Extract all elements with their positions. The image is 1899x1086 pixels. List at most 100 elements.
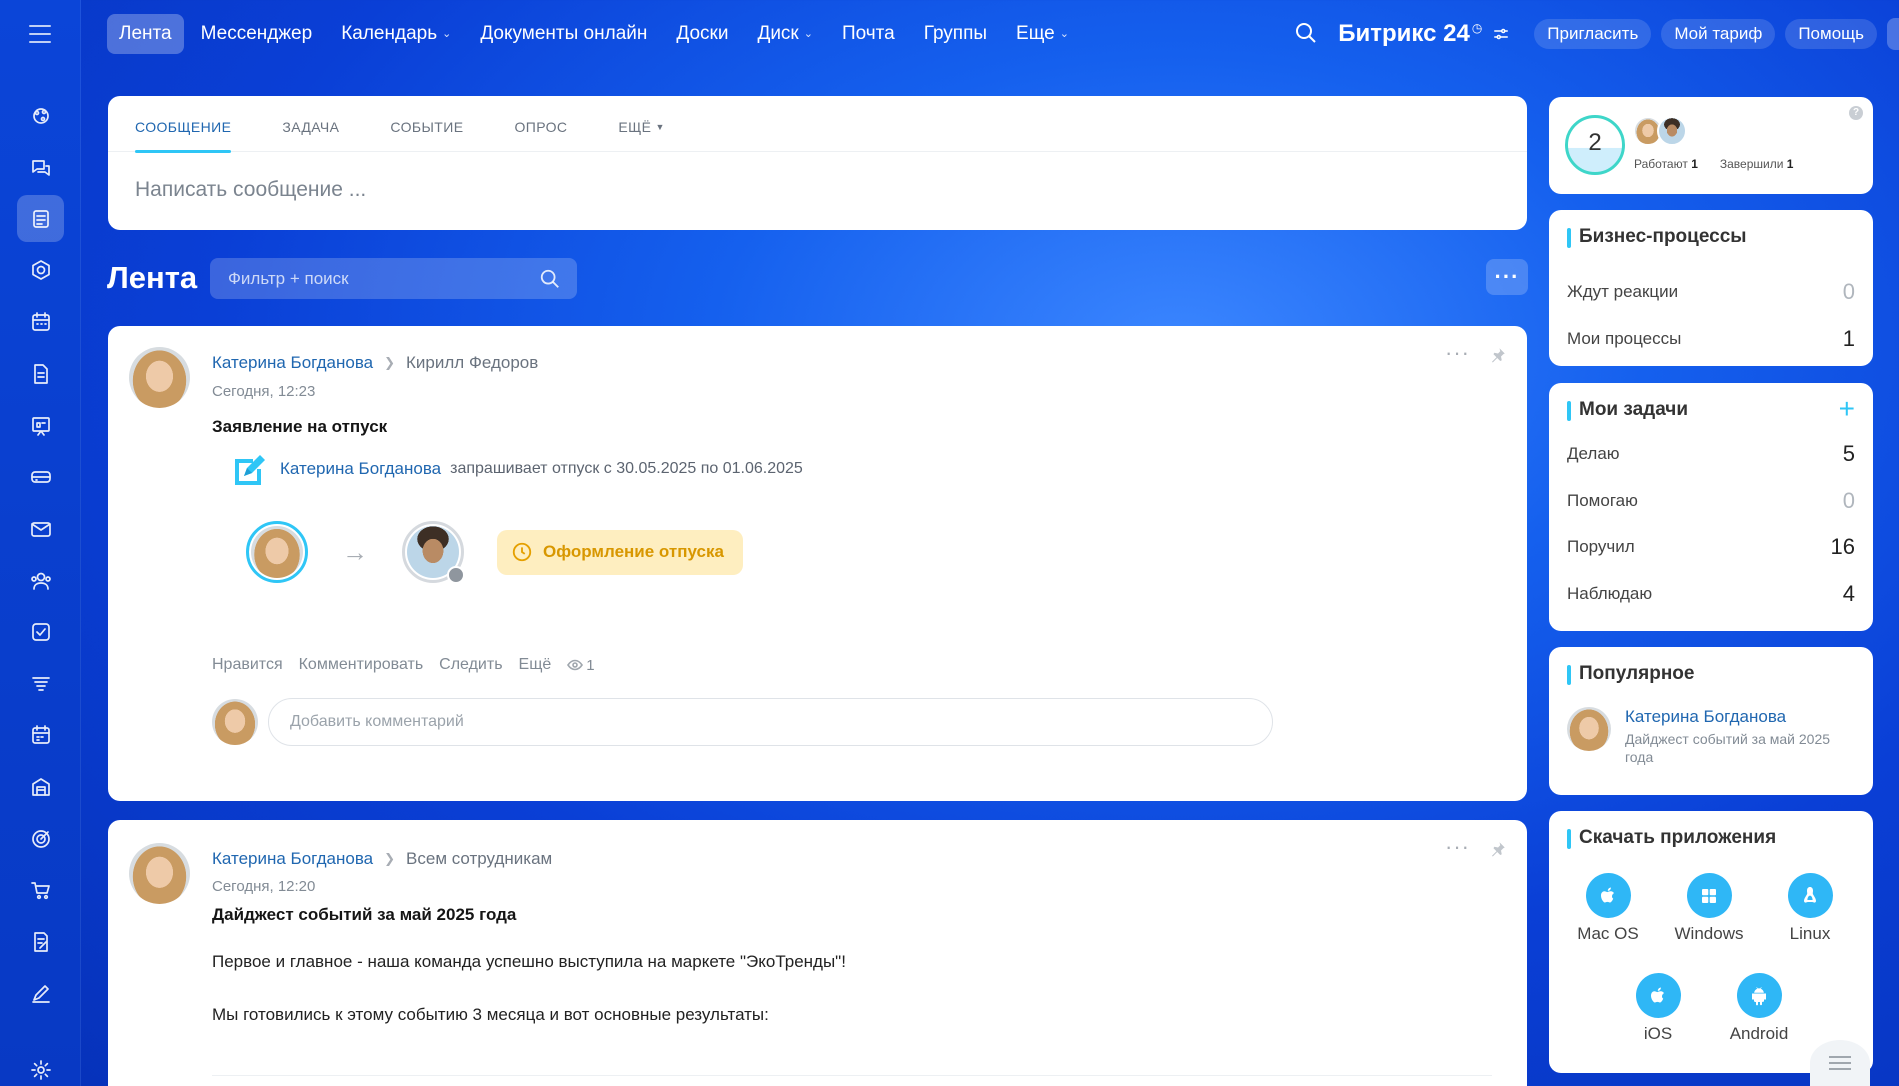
post-title: Заявление на отпуск [212,417,388,436]
post-author[interactable]: Катерина Богданова [212,353,373,373]
feed-icon[interactable] [17,195,64,242]
post-menu-icon[interactable]: ··· [1445,834,1470,860]
request-author[interactable]: Катерина Богданова [280,459,441,479]
avatar-group[interactable] [1633,116,1687,146]
nav-documents[interactable]: Документы онлайн [468,14,659,54]
left-sidebar [0,0,81,1086]
flow-initiator[interactable] [246,521,308,583]
crm-filter-icon[interactable] [17,660,64,707]
bp-my-row[interactable]: Мои процессы 1 [1567,324,1855,354]
menu-icon[interactable] [29,25,51,43]
apple-icon [1635,973,1681,1018]
pin-icon[interactable] [1489,346,1507,364]
app-windows[interactable]: Windows [1667,873,1751,944]
groups-icon[interactable] [17,246,64,293]
page-title: Лента [107,260,198,295]
calendar-icon[interactable] [17,298,64,345]
my-tariff-button[interactable]: Мой тариф [1661,19,1776,49]
working-count: 1 [1691,157,1698,171]
views-counter[interactable]: 1 [567,657,595,674]
widget-title: Мои задачи [1567,399,1688,421]
nav-more[interactable]: Еще ⌄ [1004,14,1081,54]
post-recipient[interactable]: Всем сотрудникам [406,849,552,869]
employees-icon[interactable] [17,557,64,604]
flow-approver[interactable] [402,521,465,584]
help-button[interactable]: Помощь [1785,19,1877,49]
message-input[interactable]: Написать сообщение ... [135,178,1527,202]
mail-icon[interactable] [17,505,64,552]
messenger-icon[interactable] [17,144,64,191]
inventory-icon[interactable] [17,763,64,810]
nav-calendar[interactable]: Календарь ⌄ [329,14,463,54]
clock-icon [511,541,533,563]
like-link[interactable]: Нравится [212,656,283,674]
nav-feed[interactable]: Лента [107,14,184,54]
post-text-line: Мы готовились к этому событию 3 месяца и… [212,1005,769,1024]
more-link[interactable]: Ещё [519,656,552,674]
tasks-doing-row[interactable]: Делаю 5 [1567,439,1855,469]
invite-button[interactable]: Пригласить [1534,19,1652,49]
widget-title: Бизнес-процессы [1567,226,1747,248]
goals-icon[interactable] [17,815,64,862]
shop-icon[interactable] [17,866,64,913]
tab-message[interactable]: Сообщение [135,96,232,153]
nav-messenger[interactable]: Мессенджер [189,14,325,54]
app-macos[interactable]: Mac OS [1566,873,1650,944]
settings-sliders-icon[interactable] [1492,25,1510,43]
tasks-watching-row[interactable]: Наблюдаю 4 [1567,579,1855,609]
filter-search-input[interactable] [210,258,577,299]
contracts-icon[interactable] [17,918,64,965]
post-text-line: Первое и главное - наша команда успешно … [212,952,846,971]
active-count[interactable]: 2 [1565,115,1625,175]
comment-input[interactable]: Добавить комментарий [268,698,1273,746]
app-linux[interactable]: Linux [1768,873,1852,944]
sign-icon[interactable] [17,969,64,1016]
list-menu-icon[interactable] [1810,1040,1870,1086]
documents-icon[interactable] [17,350,64,397]
settings-icon[interactable] [17,1046,64,1086]
nav-boards[interactable]: Доски [664,14,740,54]
tasks-icon[interactable] [17,608,64,655]
popular-item[interactable]: Катерина Богданова Дайджест событий за м… [1567,707,1845,766]
tasks-helping-row[interactable]: Помогаю 0 [1567,486,1855,516]
add-task-icon[interactable]: + [1839,393,1855,425]
status-badge[interactable]: Оформление отпуска [497,529,743,575]
app-android[interactable]: Android [1717,973,1801,1044]
nav-drive[interactable]: Диск ⌄ [745,14,825,54]
business-processes-widget: Бизнес-процессы Ждут реакции 0 Мои проце… [1549,210,1873,366]
popular-author[interactable]: Катерина Богданова [1625,707,1845,727]
tasks-assigned-row[interactable]: Поручил 16 [1567,532,1855,562]
post-author[interactable]: Катерина Богданова [212,849,373,869]
tab-event[interactable]: Событие [390,96,463,152]
tab-poll[interactable]: Опрос [514,96,567,152]
boards-icon[interactable] [17,402,64,449]
nav-groups[interactable]: Группы [912,14,999,54]
tab-task[interactable]: Задача [282,96,339,152]
drive-icon[interactable] [17,453,64,500]
filter-search[interactable] [210,258,577,299]
search-icon[interactable] [539,268,561,290]
nav-mail[interactable]: Почта [830,14,907,54]
row-label: Поручил [1567,537,1635,556]
copilot-icon[interactable] [17,92,64,139]
search-icon[interactable] [1294,21,1320,47]
post-menu-icon[interactable]: ··· [1445,340,1470,366]
comment-link[interactable]: Комментировать [299,656,424,674]
app-label: Windows [1674,924,1744,943]
brand-logo[interactable]: Битрикс 24 ◷ [1338,20,1482,48]
feed-post: Катерина Богданова ❯ Всем сотрудникам Се… [108,820,1527,1086]
bp-waiting-row[interactable]: Ждут реакции 0 [1567,277,1855,307]
post-time[interactable]: Сегодня, 12:23 [212,383,315,400]
pin-icon[interactable] [1489,840,1507,858]
follow-link[interactable]: Следить [439,656,502,674]
help-icon[interactable]: ? [1849,106,1863,120]
app-ios[interactable]: iOS [1616,973,1700,1044]
avatar[interactable] [129,843,190,904]
feed-more-button[interactable]: ··· [1486,259,1528,295]
right-panel-tab[interactable] [1887,18,1899,50]
post-time[interactable]: Сегодня, 12:20 [212,878,315,895]
booking-icon[interactable] [17,711,64,758]
post-recipient[interactable]: Кирилл Федоров [406,353,538,373]
tab-more[interactable]: Ещё ▼ [618,96,664,152]
avatar[interactable] [129,347,190,408]
